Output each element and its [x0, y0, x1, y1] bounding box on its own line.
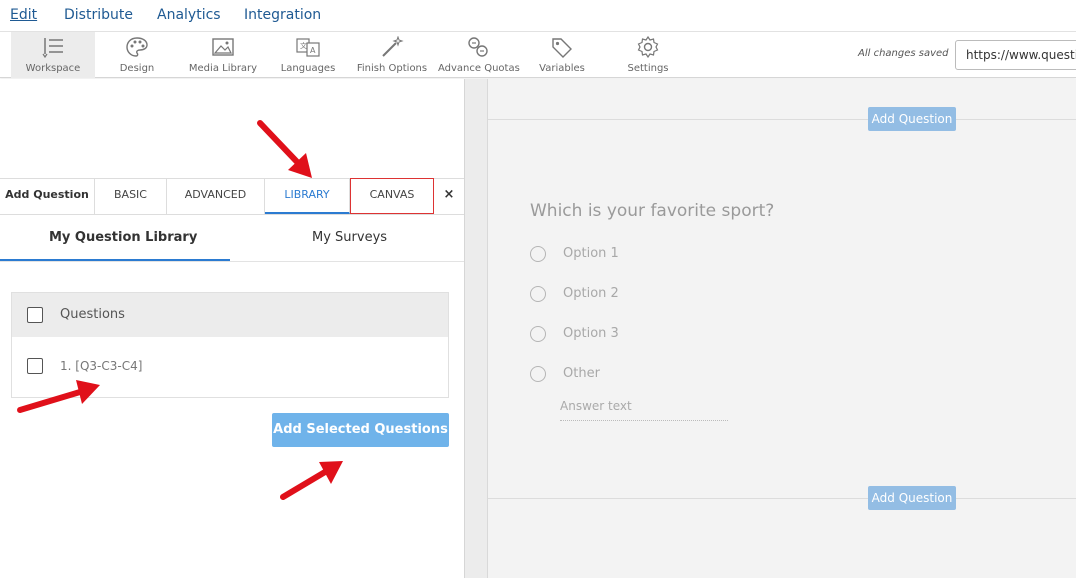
question-title[interactable]: Which is your favorite sport?	[530, 201, 774, 221]
top-nav: Edit Distribute Analytics Integration	[0, 0, 1076, 32]
select-all-checkbox[interactable]	[27, 307, 43, 323]
annotation-arrow-library	[257, 120, 312, 178]
image-icon	[212, 38, 234, 56]
add-question-button-top[interactable]: Add Question	[868, 107, 956, 131]
nav-analytics[interactable]: Analytics	[157, 7, 221, 23]
library-subtabs: My Question Library My Surveys	[0, 215, 464, 262]
tag-icon	[552, 38, 572, 58]
add-selected-questions-button[interactable]: Add Selected Questions	[272, 413, 449, 447]
question-row-checkbox[interactable]	[27, 358, 43, 374]
answer-text-field[interactable]: Answer text	[560, 399, 728, 421]
table-header: Questions	[12, 293, 448, 337]
option-label: Option 2	[563, 286, 619, 301]
radio-icon[interactable]	[530, 286, 546, 302]
option-label: Other	[563, 366, 600, 381]
question-tabs: Add Question BASIC ADVANCED LIBRARY CANV…	[0, 178, 464, 215]
language-icon: 文 A	[296, 38, 320, 57]
tool-label: Finish Options	[356, 63, 428, 74]
quota-icon	[468, 37, 488, 57]
tool-settings[interactable]: Settings	[616, 32, 680, 78]
palette-icon	[126, 37, 148, 57]
radio-icon[interactable]	[530, 326, 546, 342]
radio-icon[interactable]	[530, 366, 546, 382]
magic-wand-icon	[382, 36, 404, 57]
left-panel: Add Question BASIC ADVANCED LIBRARY CANV…	[0, 79, 464, 578]
tool-media-library[interactable]: Media Library	[185, 32, 261, 78]
tool-label: Advance Quotas	[438, 63, 520, 74]
tool-variables[interactable]: Variables	[530, 32, 594, 78]
svg-text:A: A	[310, 46, 316, 55]
divider	[488, 498, 1076, 499]
option-label: Option 1	[563, 246, 619, 261]
divider	[488, 119, 1076, 120]
annotation-arrow-add-selected	[280, 461, 343, 500]
save-status: All changes saved	[858, 48, 949, 59]
survey-canvas: Add Question Which is your favorite spor…	[464, 79, 1076, 578]
nav-edit[interactable]: Edit	[10, 7, 37, 23]
tool-finish-options[interactable]: Finish Options	[356, 32, 428, 78]
nav-integration[interactable]: Integration	[244, 7, 321, 23]
tool-label: Media Library	[188, 63, 258, 74]
svg-text:文: 文	[300, 41, 307, 50]
tab-canvas[interactable]: CANVAS	[350, 178, 434, 214]
tool-advance-quotas[interactable]: Advance Quotas	[438, 32, 520, 78]
workspace-icon	[42, 38, 63, 58]
tab-basic[interactable]: BASIC	[95, 179, 167, 214]
subtab-my-question-library[interactable]: My Question Library	[49, 230, 197, 245]
tool-label: Workspace	[25, 63, 81, 74]
tool-label: Design	[119, 63, 155, 74]
gear-icon	[637, 36, 659, 58]
question-row-label: 1. [Q3-C3-C4]	[60, 359, 143, 373]
option-label: Option 3	[563, 326, 619, 341]
annotation-arrow-question	[17, 380, 100, 413]
tool-workspace[interactable]: Workspace	[11, 32, 95, 78]
toolbar: Workspace Design Media Library 文 A Langu…	[0, 32, 1076, 78]
tool-label: Settings	[627, 63, 669, 74]
tool-design[interactable]: Design	[105, 32, 169, 78]
survey-url-field[interactable]: https://www.questic	[955, 40, 1076, 70]
close-icon[interactable]: ×	[434, 179, 464, 214]
tool-label: Variables	[539, 63, 585, 74]
active-subtab-indicator	[0, 259, 230, 261]
add-question-button-bottom[interactable]: Add Question	[868, 486, 956, 510]
canvas-page: Add Question Which is your favorite spor…	[487, 79, 1076, 578]
tab-add-question[interactable]: Add Question	[0, 179, 95, 214]
column-header-questions: Questions	[60, 307, 125, 322]
radio-icon[interactable]	[530, 246, 546, 262]
nav-distribute[interactable]: Distribute	[64, 7, 133, 23]
subtab-my-surveys[interactable]: My Surveys	[312, 230, 387, 245]
tool-label: Languages	[280, 63, 336, 74]
tool-languages[interactable]: 文 A Languages	[276, 32, 340, 78]
